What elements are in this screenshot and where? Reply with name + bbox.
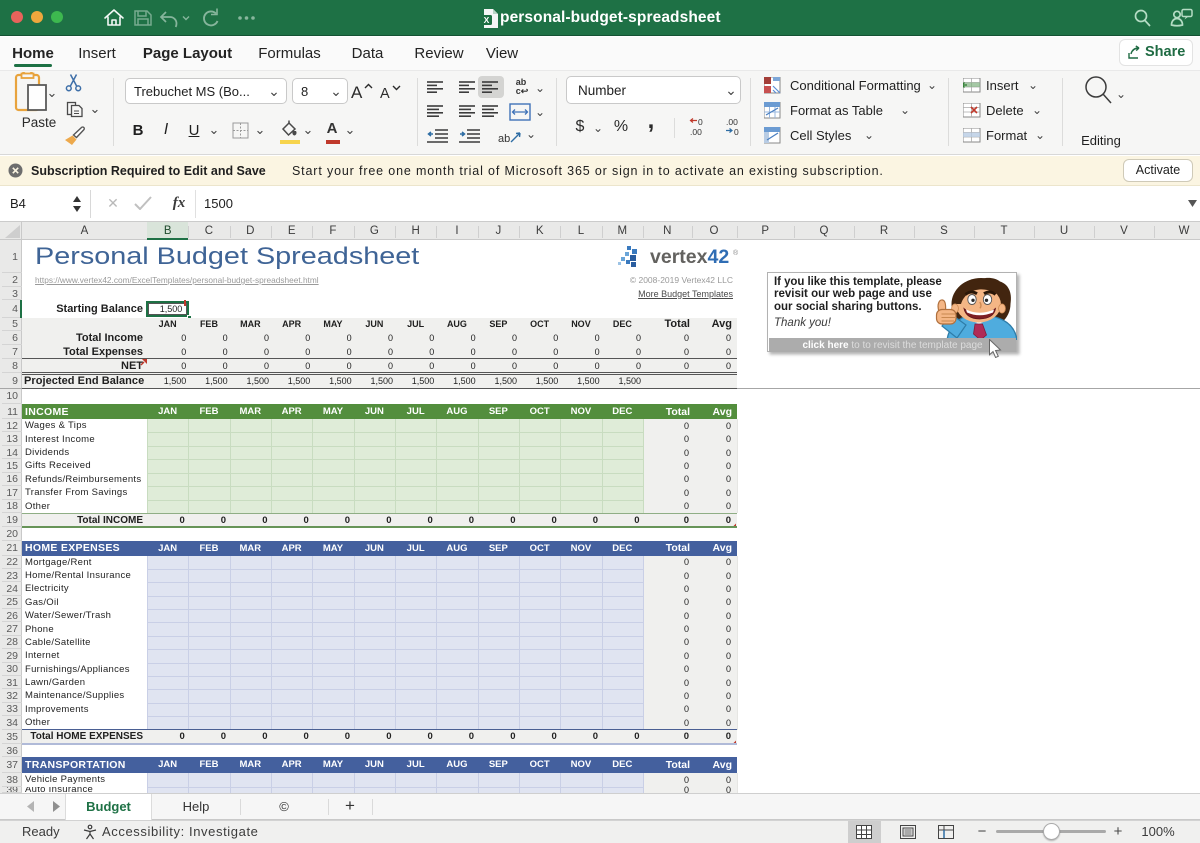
svg-text:0: 0 (734, 127, 739, 137)
svg-text:A: A (351, 83, 363, 102)
svg-text:.00: .00 (690, 127, 702, 137)
svg-text:A: A (380, 86, 390, 102)
svg-text:ab: ab (498, 133, 510, 145)
svg-text:X: X (484, 15, 490, 25)
svg-text:.00: .00 (726, 117, 738, 127)
svg-text:0: 0 (698, 117, 703, 127)
